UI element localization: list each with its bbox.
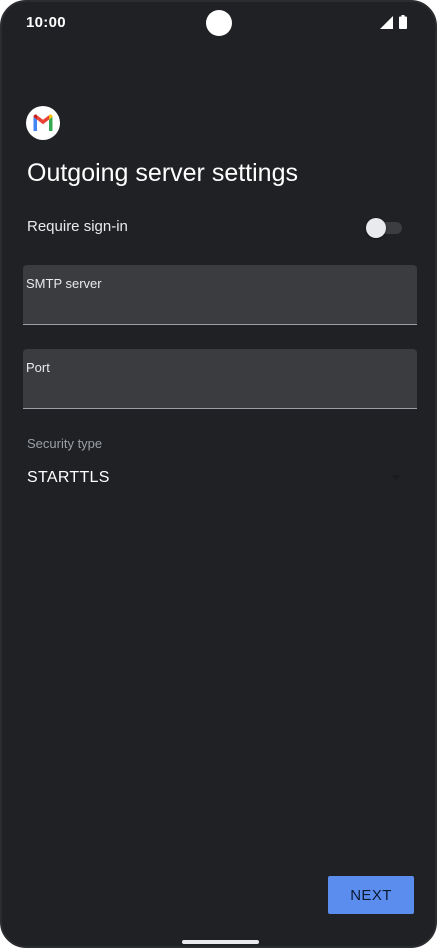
port-field[interactable]: Port: [23, 349, 417, 409]
security-type-dropdown[interactable]: STARTTLS: [23, 460, 417, 496]
next-button[interactable]: NEXT: [328, 876, 414, 914]
toggle-thumb: [366, 218, 386, 238]
gmail-logo: [26, 106, 60, 140]
page-title: Outgoing server settings: [27, 159, 298, 187]
status-time: 10:00: [26, 14, 66, 31]
smtp-server-label: SMTP server: [26, 276, 102, 291]
require-signin-row: Require sign-in: [2, 212, 435, 242]
status-icons: [380, 15, 407, 34]
front-camera: [206, 10, 232, 36]
status-bar: 10:00: [2, 2, 435, 46]
require-signin-label: Require sign-in: [27, 218, 128, 235]
smtp-server-input[interactable]: [26, 296, 405, 318]
phone-screen: 10:00 Outgoing server settings Require s…: [0, 0, 437, 948]
security-type-value: STARTTLS: [27, 469, 110, 486]
smtp-server-field[interactable]: SMTP server: [23, 265, 417, 325]
port-input[interactable]: [26, 380, 405, 402]
port-label: Port: [26, 360, 50, 375]
home-indicator[interactable]: [182, 940, 259, 944]
signal-icon: [380, 15, 393, 34]
require-signin-toggle[interactable]: [366, 218, 402, 238]
battery-icon: [399, 15, 407, 34]
security-type-label: Security type: [27, 436, 103, 451]
dropdown-arrow-icon: [391, 468, 401, 486]
